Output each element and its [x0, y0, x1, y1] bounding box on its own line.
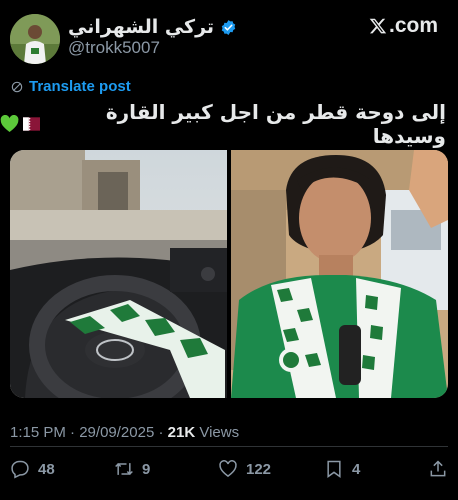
avatar[interactable] [10, 14, 60, 64]
verified-badge-icon [221, 19, 236, 35]
x-logo[interactable]: .com [369, 14, 438, 38]
qatar-flag-emoji-icon [23, 117, 41, 131]
x-domain-text: .com [388, 14, 438, 37]
meta-separator: · [65, 424, 80, 441]
x-logo-icon [369, 18, 387, 34]
repost-count: 9 [142, 460, 151, 478]
views-count: 21K [167, 424, 196, 441]
bookmark-icon [327, 460, 341, 478]
heart-icon [219, 460, 237, 478]
divider [10, 446, 448, 447]
bookmark-button[interactable]: 4 [324, 459, 360, 479]
post-time[interactable]: 1:15 PM [10, 424, 66, 441]
author-display-name[interactable]: تركي الشهراني [68, 16, 214, 38]
action-bar: 48 9 122 4 [10, 458, 448, 480]
reply-icon [11, 460, 29, 479]
post-timestamp: 1:15 PM · 29/09/2025 · 21K Views [10, 424, 239, 441]
media-grid [10, 150, 448, 398]
car-dashboard-photo[interactable] [10, 150, 227, 398]
reply-button[interactable]: 48 [10, 459, 55, 479]
translate-icon [11, 81, 23, 92]
repost-button[interactable]: 9 [114, 459, 150, 479]
post-text: إلى دوحة قطر من اجل كبير القارة وسيدها [0, 100, 446, 148]
selfie-photo[interactable] [231, 150, 448, 398]
share-button[interactable] [428, 459, 448, 479]
translate-post-label[interactable]: Translate post [29, 78, 131, 95]
views-label: Views [195, 424, 240, 441]
author-handle[interactable]: @trokk5007 [68, 38, 160, 58]
like-count: 122 [246, 460, 272, 478]
bookmark-count: 4 [352, 460, 361, 478]
reply-count: 48 [38, 460, 55, 478]
like-button[interactable]: 122 [218, 459, 271, 479]
post-date[interactable]: 29/09/2025 [79, 424, 154, 441]
green-heart-emoji-icon [0, 115, 19, 132]
share-icon [430, 460, 446, 477]
repost-icon [115, 462, 133, 476]
post-text-content: إلى دوحة قطر من اجل كبير القارة وسيدها [105, 100, 446, 148]
meta-separator: · [154, 424, 168, 441]
translate-post-button[interactable]: Translate post [10, 78, 131, 95]
author-name-row[interactable]: تركي الشهراني [68, 14, 237, 40]
